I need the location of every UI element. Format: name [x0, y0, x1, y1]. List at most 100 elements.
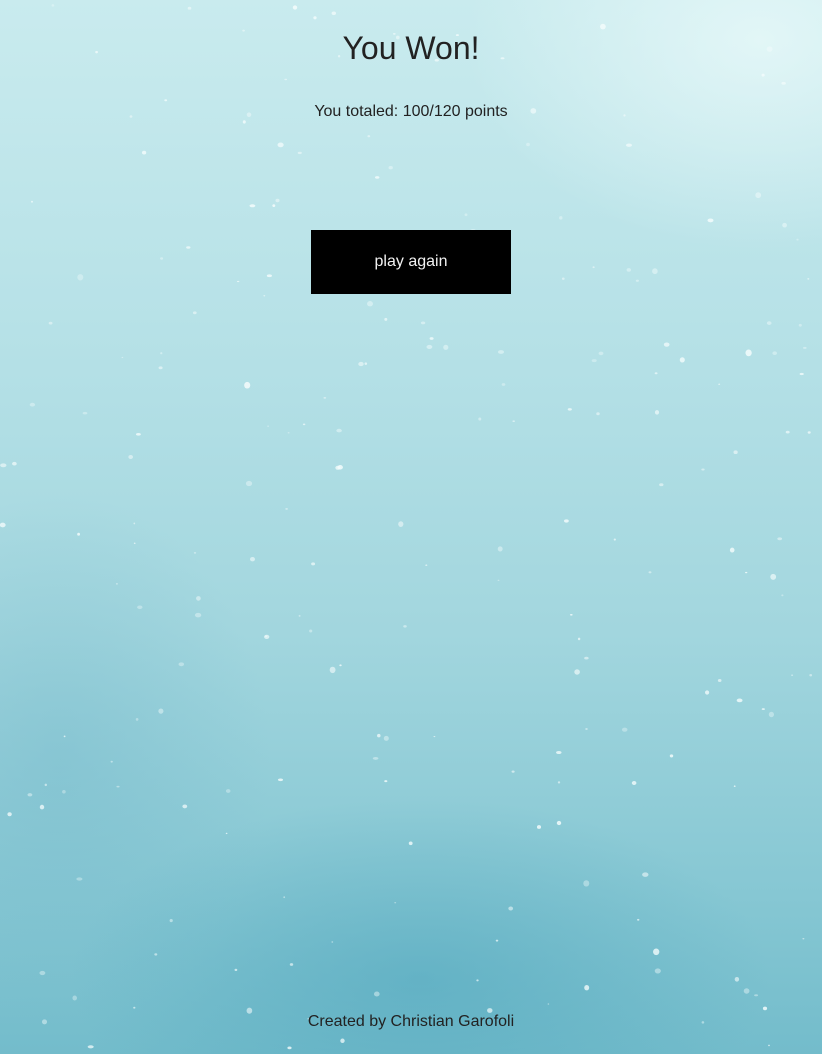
background-speck [135, 432, 141, 436]
background-speck [669, 754, 674, 758]
background-speck [266, 274, 272, 278]
background-speck [169, 919, 173, 923]
background-speck [372, 756, 379, 760]
background-speck [557, 781, 561, 784]
background-speck [133, 542, 136, 544]
background-speck [154, 953, 158, 956]
background-speck [766, 321, 772, 325]
background-speck [598, 351, 604, 356]
background-speck [289, 963, 294, 966]
result-title: You Won! [342, 30, 480, 66]
background-speck [394, 902, 397, 904]
background-speck [511, 770, 515, 773]
background-speck [135, 717, 139, 721]
background-speck [781, 594, 784, 597]
background-speck [761, 73, 765, 77]
background-speck [158, 366, 163, 370]
background-speck [340, 1038, 345, 1044]
background-speck [164, 99, 168, 102]
background-speck [72, 995, 77, 1001]
background-speck [27, 793, 33, 797]
background-speck [809, 674, 813, 677]
background-speck [178, 662, 185, 667]
background-speck [781, 81, 786, 85]
background-speck [0, 463, 7, 468]
background-speck [547, 1003, 550, 1005]
background-speck [234, 968, 238, 972]
background-speck [384, 780, 388, 783]
background-speck [297, 151, 302, 155]
background-speck [478, 417, 482, 421]
background-speck [585, 728, 588, 730]
background-speck [335, 465, 341, 470]
background-speck [497, 546, 503, 552]
background-speck [768, 711, 775, 718]
background-speck [734, 976, 740, 982]
background-speck [785, 430, 790, 434]
background-speck [186, 246, 191, 249]
background-speck [0, 522, 6, 528]
background-speck [358, 361, 364, 367]
background-speck [754, 994, 759, 997]
background-speck [564, 519, 569, 523]
background-speck [659, 483, 664, 487]
background-speck [653, 948, 660, 956]
background-speck [729, 547, 735, 553]
background-speck [799, 372, 804, 376]
background-speck [743, 988, 750, 994]
background-speck [803, 346, 807, 349]
background-speck [567, 408, 572, 411]
background-speck [373, 991, 380, 997]
background-speck [267, 425, 270, 427]
background-speck [425, 564, 428, 566]
background-speck [807, 431, 811, 434]
background-speck [277, 142, 284, 148]
background-speck [476, 979, 479, 982]
background-speck [272, 204, 276, 208]
background-speck [245, 480, 253, 487]
background-speck [654, 372, 658, 375]
background-speck [116, 785, 120, 788]
background-speck [283, 896, 286, 899]
background-speck [403, 625, 407, 628]
score-text: You totaled: 100/120 points [314, 103, 508, 120]
background-speck [275, 198, 280, 203]
background-speck [584, 656, 589, 660]
background-speck [512, 420, 515, 422]
background-speck [433, 736, 436, 738]
background-speck [364, 362, 368, 365]
background-speck [770, 573, 777, 580]
background-speck [323, 396, 327, 399]
background-speck [133, 522, 136, 525]
background-speck [87, 1045, 94, 1049]
background-speck [600, 23, 606, 30]
background-speck [196, 596, 201, 601]
background-speck [329, 666, 336, 674]
background-speck [160, 257, 164, 260]
background-speck [626, 143, 632, 147]
background-speck [497, 579, 500, 581]
background-speck [631, 780, 637, 786]
background-speck [31, 200, 33, 203]
background-speck [82, 411, 88, 415]
background-speck [331, 941, 334, 943]
background-speck [613, 538, 616, 541]
background-speck [298, 614, 301, 617]
background-speck [761, 708, 765, 711]
background-speck [264, 634, 270, 640]
background-speck [137, 605, 143, 610]
background-speck [193, 552, 197, 554]
play-again-button[interactable]: play again [311, 230, 511, 294]
background-speck [733, 785, 736, 787]
background-speck [536, 825, 542, 829]
background-speck [705, 690, 710, 695]
background-speck [654, 968, 661, 974]
background-speck [592, 266, 595, 269]
background-speck [807, 278, 810, 280]
background-speck [443, 344, 449, 350]
background-speck [265, 635, 267, 637]
background-speck [802, 938, 805, 940]
background-speck [398, 521, 404, 527]
background-speck [277, 778, 284, 782]
background-speck [12, 461, 17, 466]
